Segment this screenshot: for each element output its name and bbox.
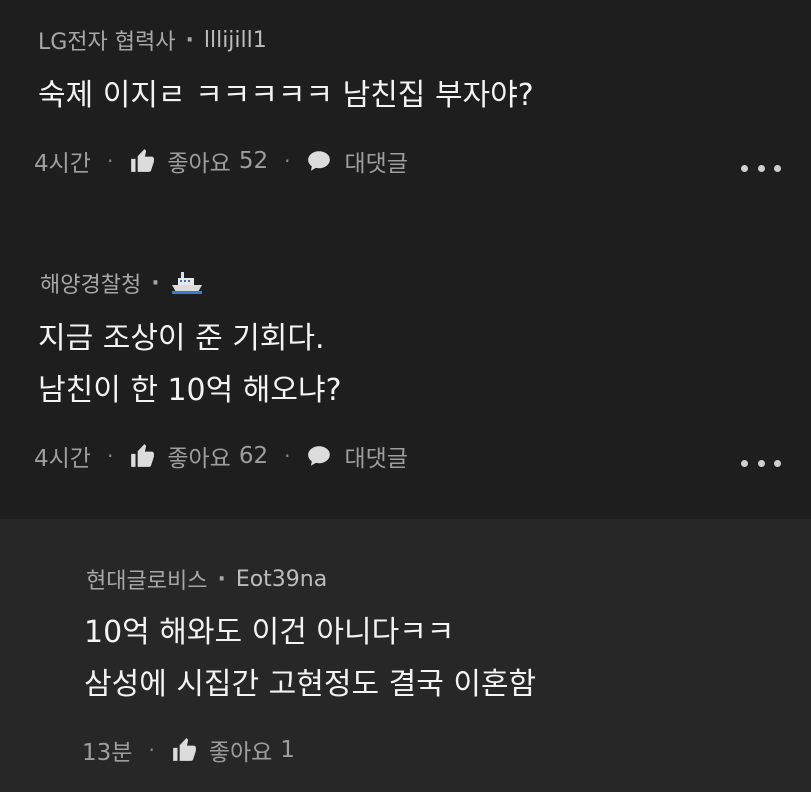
more-options-icon[interactable] (741, 162, 781, 174)
ship-icon[interactable] (170, 270, 204, 296)
meta-separator: · (217, 566, 226, 592)
action-separator: · (106, 149, 114, 173)
like-count: 62 (238, 443, 269, 469)
reply-button[interactable]: 대댓글 (306, 439, 408, 473)
speech-bubble-icon (306, 443, 332, 469)
more-options-icon[interactable] (741, 457, 781, 469)
comment-line: 10억 해와도 이건 아니다ㅋㅋ (84, 615, 455, 650)
comment-line: 삼성에 시집간 고현정도 결국 이혼함 (84, 667, 537, 702)
thumbs-up-icon[interactable] (129, 443, 155, 469)
reply-label: 대댓글 (344, 446, 408, 472)
author-name[interactable]: 현대글로비스 (86, 563, 207, 595)
thumbs-up-icon[interactable] (129, 148, 155, 174)
comment-body: 숙제 이지ㄹ ㅋㅋㅋㅋㅋ 남친집 부자야? (38, 70, 534, 122)
action-separator: · (284, 149, 291, 173)
comment-actions: 4시간 · 좋아요 52 · 대댓글 (34, 144, 408, 178)
speech-bubble-icon (306, 148, 332, 174)
comment-line: 남친이 한 10억 해오냐? (38, 373, 342, 408)
comment-time: 4시간 (34, 151, 91, 177)
reply-button[interactable]: 대댓글 (306, 144, 408, 178)
comment-time: 13분 (82, 740, 133, 766)
reply-comment-item: 현대글로비스 · Eot39na 10억 해와도 이건 아니다ㅋㅋ 삼성에 시집… (0, 519, 811, 792)
comment-line: 지금 조상이 준 기회다. (38, 321, 325, 356)
meta-separator: · (185, 27, 194, 53)
meta-separator: · (151, 270, 160, 296)
action-separator: · (106, 444, 114, 468)
like-label[interactable]: 좋아요 (167, 144, 230, 178)
comment-meta: 해양경찰청 · (40, 267, 204, 299)
thumbs-up-icon[interactable] (171, 737, 197, 763)
comment-actions: 4시간 · 좋아요 62 · 대댓글 (34, 439, 408, 473)
author-nickname[interactable]: Eot39na (236, 567, 327, 592)
like-label[interactable]: 좋아요 (167, 439, 230, 473)
like-count: 52 (238, 148, 269, 174)
comment-body: 지금 조상이 준 기회다. 남친이 한 10억 해오냐? (38, 313, 342, 417)
like-count: 1 (280, 737, 295, 763)
like-label[interactable]: 좋아요 (209, 733, 272, 767)
comment-meta: 현대글로비스 · Eot39na (86, 563, 327, 595)
comment-line: 숙제 이지ㄹ ㅋㅋㅋㅋㅋ 남친집 부자야? (38, 78, 534, 113)
action-separator: · (148, 738, 155, 762)
author-nickname[interactable]: lllijill1 (204, 28, 267, 53)
comment-item: 해양경찰청 · 지금 조상이 준 기회다. 남친이 한 10억 해오냐? 4시간… (0, 229, 811, 519)
author-name[interactable]: LG전자 협력사 (38, 24, 176, 56)
comment-item: LG전자 협력사 · lllijill1 숙제 이지ㄹ ㅋㅋㅋㅋㅋ 남친집 부자… (0, 0, 811, 229)
reply-label: 대댓글 (344, 151, 408, 177)
comment-meta: LG전자 협력사 · lllijill1 (38, 24, 267, 56)
author-name[interactable]: 해양경찰청 (40, 267, 141, 299)
comment-actions: 13분 · 좋아요 1 (82, 733, 295, 767)
comment-body: 10억 해와도 이건 아니다ㅋㅋ 삼성에 시집간 고현정도 결국 이혼함 (84, 607, 536, 711)
action-separator: · (284, 444, 291, 468)
comment-time: 4시간 (34, 446, 91, 472)
